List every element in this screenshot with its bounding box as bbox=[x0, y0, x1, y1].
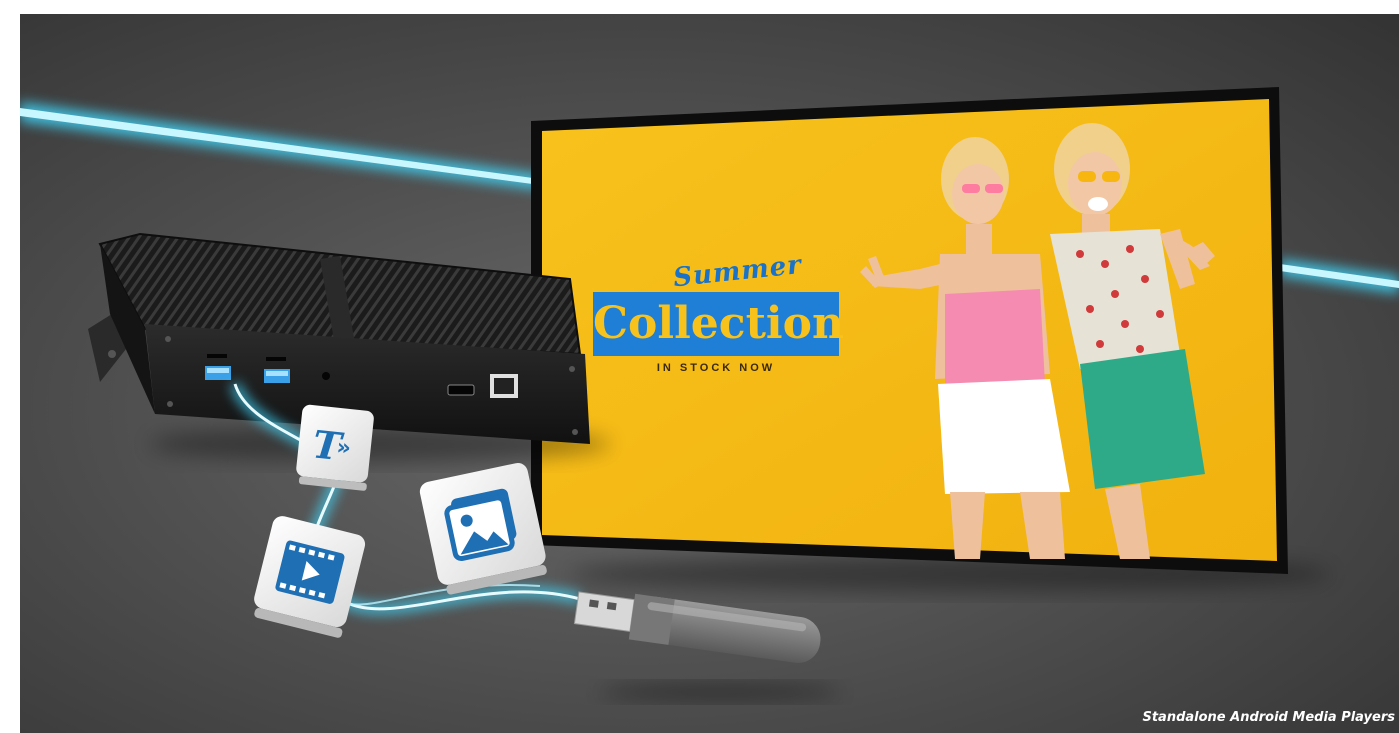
glow-line-right bbox=[1280, 259, 1399, 294]
image-tile-icon bbox=[419, 462, 547, 595]
usb-stick bbox=[573, 591, 840, 700]
hero-scene: T » Summer Collection IN STOCK NOW Stand… bbox=[20, 14, 1399, 733]
image-caption: Standalone Android Media Players bbox=[1142, 710, 1395, 725]
text-tile-icon: T » bbox=[296, 404, 374, 491]
glow-line-left bbox=[20, 102, 540, 190]
video-tile-icon bbox=[254, 516, 366, 638]
svg-text:»: » bbox=[335, 435, 352, 461]
screen-headline-main: Collection bbox=[593, 298, 844, 349]
screen-subline: IN STOCK NOW bbox=[656, 362, 776, 374]
